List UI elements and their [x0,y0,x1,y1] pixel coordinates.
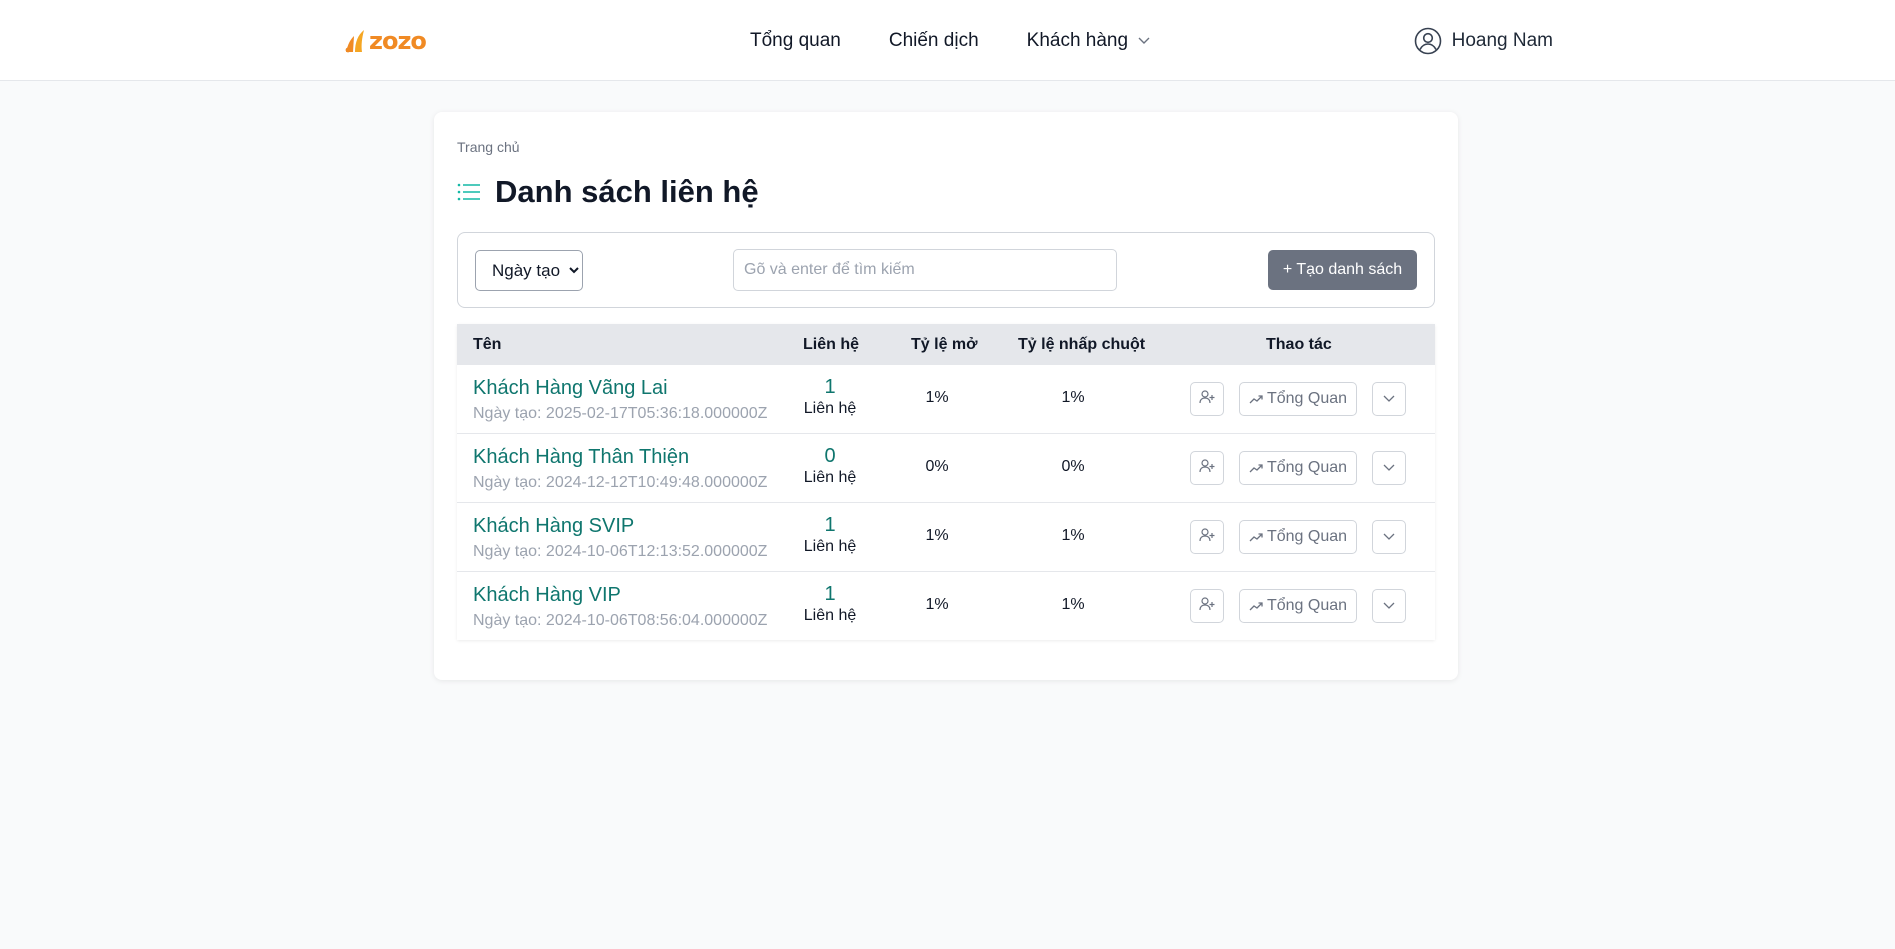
contact-list-table: Tên Liên hệ Tỷ lệ mở Tỷ lệ nhấp chuột Th… [457,324,1435,640]
trend-up-icon [1249,532,1263,542]
zozo-logo-icon [342,26,368,56]
user-plus-icon [1199,389,1215,410]
contacts-label: Liên hệ [803,607,857,624]
top-navbar: zozo Tổng quan Chiến dịch Khách hàng Hoa… [0,0,1895,81]
chevron-down-icon [1138,37,1150,45]
main-nav: Tổng quan Chiến dịch Khách hàng [750,0,1198,81]
contacts-cell: 1 Liên hệ [795,514,865,556]
open-rate: 1% [925,389,949,406]
list-name-link[interactable]: Khách Hàng VIP [473,584,621,607]
add-contact-button[interactable] [1190,520,1224,554]
user-plus-icon [1199,458,1215,479]
search-input[interactable] [733,249,1117,291]
table-row: Khách Hàng VIP Ngày tạo: 2024-10-06T08:5… [457,571,1435,640]
table-row: Khách Hàng Thân Thiện Ngày tạo: 2024-12-… [457,433,1435,502]
column-header-name: Tên [473,336,502,353]
list-name-link[interactable]: Khách Hàng SVIP [473,515,634,538]
open-rate: 1% [925,527,949,544]
overview-button[interactable]: Tổng Quan [1239,382,1357,416]
more-actions-button[interactable] [1372,451,1406,485]
column-header-contacts: Liên hệ [803,336,860,353]
chevron-down-icon [1383,459,1395,477]
list-icon [457,182,481,202]
more-actions-button[interactable] [1372,520,1406,554]
created-date: Ngày tạo: 2024-10-06T12:13:52.000000Z [473,543,768,560]
nav-item-tong-quan[interactable]: Tổng quan [750,30,841,52]
column-header-click-rate: Tỷ lệ nhấp chuột [1018,336,1146,353]
overview-button[interactable]: Tổng Quan [1239,589,1357,623]
contacts-count[interactable]: 1 [795,376,865,399]
nav-label: Tổng quan [750,29,841,51]
zozo-logo[interactable]: zozo [342,24,427,58]
created-date: Ngày tạo: 2024-12-12T10:49:48.000000Z [473,474,768,491]
add-contact-button[interactable] [1190,382,1224,416]
overview-label: Tổng Quan [1266,597,1348,614]
user-menu[interactable]: Hoang Nam [1414,0,1553,81]
chevron-down-icon [1383,597,1395,615]
more-actions-button[interactable] [1372,589,1406,623]
overview-button[interactable]: Tổng Quan [1239,451,1357,485]
column-header-actions: Thao tác [1266,336,1332,353]
overview-button[interactable]: Tổng Quan [1239,520,1357,554]
add-contact-button[interactable] [1190,451,1224,485]
click-rate: 0% [1061,458,1085,475]
contacts-label: Liên hệ [803,400,857,417]
user-circle-icon [1414,27,1442,55]
open-rate: 0% [925,458,949,475]
created-date: Ngày tạo: 2024-10-06T08:56:04.000000Z [473,612,768,629]
contacts-count[interactable]: 1 [795,514,865,537]
contacts-cell: 0 Liên hệ [795,445,865,487]
logo-text: zozo [369,27,427,55]
table-row: Khách Hàng Vãng Lai Ngày tạo: 2025-02-17… [457,364,1435,433]
open-rate: 1% [925,596,949,613]
overview-label: Tổng Quan [1266,528,1348,545]
contacts-label: Liên hệ [803,469,857,486]
overview-label: Tổng Quan [1266,459,1348,476]
contacts-cell: 1 Liên hệ [795,376,865,418]
click-rate: 1% [1061,596,1085,613]
column-header-open-rate: Tỷ lệ mở [911,336,978,353]
nav-item-chien-dich[interactable]: Chiến dịch [889,30,979,52]
nav-item-khach-hang[interactable]: Khách hàng [1027,30,1150,52]
table-row: Khách Hàng SVIP Ngày tạo: 2024-10-06T12:… [457,502,1435,571]
list-name-link[interactable]: Khách Hàng Thân Thiện [473,446,689,469]
user-plus-icon [1199,527,1215,548]
contacts-count[interactable]: 0 [795,445,865,468]
trend-up-icon [1249,463,1263,473]
add-contact-button[interactable] [1190,589,1224,623]
user-name: Hoang Nam [1451,29,1553,51]
page-title: Danh sách liên hệ [495,174,759,209]
chevron-down-icon [1383,528,1395,546]
contacts-cell: 1 Liên hệ [795,583,865,625]
more-actions-button[interactable] [1372,382,1406,416]
trend-up-icon [1249,601,1263,611]
contacts-count[interactable]: 1 [795,583,865,606]
click-rate: 1% [1061,527,1085,544]
nav-label: Khách hàng [1026,29,1129,51]
created-date: Ngày tạo: 2025-02-17T05:36:18.000000Z [473,405,768,422]
click-rate: 1% [1061,389,1085,406]
contact-list-card: Trang chủ Danh sách liên hệ Ngày tạo + T… [434,112,1458,680]
contacts-label: Liên hệ [803,538,857,555]
trend-up-icon [1249,394,1263,404]
table-header: Tên Liên hệ Tỷ lệ mở Tỷ lệ nhấp chuột Th… [457,324,1435,364]
overview-label: Tổng Quan [1266,390,1348,407]
create-list-button[interactable]: + Tạo danh sách [1268,250,1417,290]
title-row: Danh sách liên hệ [457,174,759,210]
list-toolbar: Ngày tạo + Tạo danh sách [457,232,1435,308]
breadcrumb[interactable]: Trang chủ [457,139,520,155]
sort-select[interactable]: Ngày tạo [475,250,583,291]
nav-label: Chiến dịch [888,29,979,51]
list-name-link[interactable]: Khách Hàng Vãng Lai [473,377,668,400]
breadcrumb-home[interactable]: Trang chủ [457,139,520,155]
chevron-down-icon [1383,390,1395,408]
user-plus-icon [1199,596,1215,617]
